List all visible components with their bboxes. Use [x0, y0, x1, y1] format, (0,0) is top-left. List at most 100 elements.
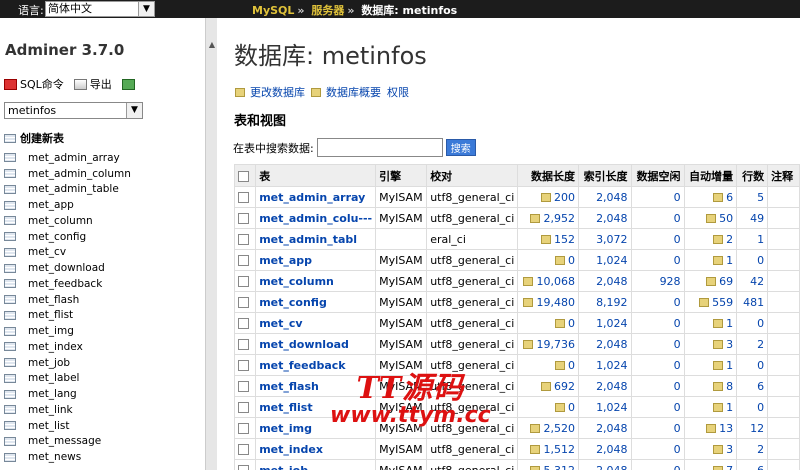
- auto-increment-link[interactable]: 6: [683, 186, 738, 208]
- breadcrumb-server[interactable]: 服务器: [311, 4, 344, 17]
- database-schema-link[interactable]: 数据库概要: [311, 84, 381, 100]
- table-icon[interactable]: [4, 279, 16, 289]
- index-length-link[interactable]: 2,048: [577, 438, 632, 460]
- row-checkbox[interactable]: [238, 192, 249, 203]
- row-checkbox[interactable]: [238, 213, 249, 224]
- sidebar-table-item[interactable]: met_admin_table: [4, 182, 131, 198]
- row-select-cell[interactable]: [233, 417, 257, 439]
- data-free-link[interactable]: 0: [630, 375, 685, 397]
- table-icon[interactable]: [4, 232, 16, 242]
- row-checkbox[interactable]: [238, 255, 249, 266]
- sidebar-table-item[interactable]: met_download: [4, 260, 131, 276]
- col-header-table[interactable]: 表: [255, 164, 377, 187]
- index-length-link[interactable]: 2,048: [577, 333, 632, 355]
- sidebar-table-item[interactable]: met_column: [4, 213, 131, 229]
- row-select-cell[interactable]: [233, 396, 257, 418]
- sidebar-table-name[interactable]: met_message: [28, 435, 101, 447]
- row-checkbox[interactable]: [238, 360, 249, 371]
- table-name-link[interactable]: met_admin_array: [255, 186, 377, 208]
- data-length-link[interactable]: 0: [517, 249, 579, 271]
- table-icon[interactable]: [4, 326, 16, 336]
- privileges-link[interactable]: 权限: [387, 84, 409, 100]
- sidebar-table-item[interactable]: met_link: [4, 402, 131, 418]
- data-length-link[interactable]: 2,952: [517, 207, 579, 229]
- database-select[interactable]: metinfos ▼: [4, 102, 143, 119]
- sidebar-table-name[interactable]: met_index: [28, 341, 83, 353]
- sql-command-link[interactable]: SQL命令: [4, 76, 64, 92]
- data-length-link[interactable]: 200: [517, 186, 579, 208]
- row-select-cell[interactable]: [233, 249, 257, 271]
- index-length-link[interactable]: 1,024: [577, 354, 632, 376]
- table-icon[interactable]: [4, 295, 16, 305]
- sidebar-table-item[interactable]: met_admin_column: [4, 166, 131, 182]
- row-select-cell[interactable]: [233, 270, 257, 292]
- app-title[interactable]: Adminer 3.7.0: [5, 41, 124, 59]
- export-link[interactable]: 导出: [73, 76, 112, 92]
- table-name-link[interactable]: met_download: [255, 333, 377, 355]
- data-free-link[interactable]: 0: [630, 438, 685, 460]
- index-length-link[interactable]: 3,072: [577, 228, 632, 250]
- table-icon[interactable]: [4, 153, 16, 163]
- table-icon[interactable]: [4, 436, 16, 446]
- sidebar-table-item[interactable]: met_lang: [4, 386, 131, 402]
- data-length-link[interactable]: 0: [517, 312, 579, 334]
- select-all-cell[interactable]: [233, 164, 257, 187]
- scroll-up-arrow-icon[interactable]: ▲: [207, 40, 217, 49]
- search-input[interactable]: [316, 138, 443, 157]
- sidebar-table-item[interactable]: met_flash: [4, 292, 131, 308]
- sidebar-table-name[interactable]: met_flash: [28, 294, 79, 306]
- data-free-link[interactable]: 0: [630, 186, 685, 208]
- auto-increment-link[interactable]: 3: [683, 333, 738, 355]
- data-length-link[interactable]: 692: [517, 375, 579, 397]
- sidebar-table-item[interactable]: met_admin_array: [4, 150, 131, 166]
- index-length-link[interactable]: 1,024: [577, 312, 632, 334]
- alter-database-link[interactable]: 更改数据库: [235, 84, 305, 100]
- row-checkbox[interactable]: [238, 234, 249, 245]
- create-table-link[interactable]: 创建新表: [4, 130, 64, 146]
- sidebar-table-item[interactable]: met_news: [4, 449, 131, 465]
- row-select-cell[interactable]: [233, 228, 257, 250]
- table-name-link[interactable]: met_admin_colu---: [255, 207, 377, 229]
- row-checkbox[interactable]: [238, 339, 249, 350]
- row-select-cell[interactable]: [233, 312, 257, 334]
- data-free-link[interactable]: 0: [630, 249, 685, 271]
- rows-link[interactable]: 42: [736, 270, 769, 292]
- index-length-link[interactable]: 2,048: [577, 207, 632, 229]
- table-icon[interactable]: [4, 310, 16, 320]
- row-select-cell[interactable]: [233, 207, 257, 229]
- data-free-link[interactable]: 0: [630, 417, 685, 439]
- data-length-link[interactable]: 19,736: [517, 333, 579, 355]
- auto-increment-link[interactable]: 7: [683, 459, 738, 470]
- data-length-link[interactable]: 0: [517, 396, 579, 418]
- row-select-cell[interactable]: [233, 459, 257, 470]
- table-name-link[interactable]: met_config: [255, 291, 377, 313]
- import-link[interactable]: [121, 78, 135, 90]
- auto-increment-link[interactable]: 69: [683, 270, 738, 292]
- row-checkbox[interactable]: [238, 297, 249, 308]
- table-icon[interactable]: [4, 405, 16, 415]
- sidebar-table-name[interactable]: met_label: [28, 372, 79, 384]
- sidebar-table-item[interactable]: met_label: [4, 371, 131, 387]
- index-length-link[interactable]: 2,048: [577, 459, 632, 470]
- row-checkbox[interactable]: [238, 465, 249, 470]
- table-icon[interactable]: [4, 216, 16, 226]
- row-select-cell[interactable]: [233, 375, 257, 397]
- search-button[interactable]: 搜索: [445, 139, 476, 156]
- row-checkbox[interactable]: [238, 423, 249, 434]
- sidebar-table-name[interactable]: met_link: [28, 404, 73, 416]
- table-name-link[interactable]: met_admin_tabl: [255, 228, 377, 250]
- data-free-link[interactable]: 0: [630, 312, 685, 334]
- sidebar-table-name[interactable]: met_download: [28, 262, 105, 274]
- row-select-cell[interactable]: [233, 438, 257, 460]
- row-select-cell[interactable]: [233, 333, 257, 355]
- rows-link[interactable]: 6: [736, 459, 769, 470]
- rows-link[interactable]: 49: [736, 207, 769, 229]
- table-icon[interactable]: [4, 184, 16, 194]
- auto-increment-link[interactable]: 1: [683, 249, 738, 271]
- data-length-link[interactable]: 152: [517, 228, 579, 250]
- table-icon[interactable]: [4, 247, 16, 257]
- select-all-checkbox[interactable]: [238, 170, 249, 182]
- data-free-link[interactable]: 928: [630, 270, 685, 292]
- auto-increment-link[interactable]: 2: [683, 228, 738, 250]
- sidebar-table-item[interactable]: met_cv: [4, 245, 131, 261]
